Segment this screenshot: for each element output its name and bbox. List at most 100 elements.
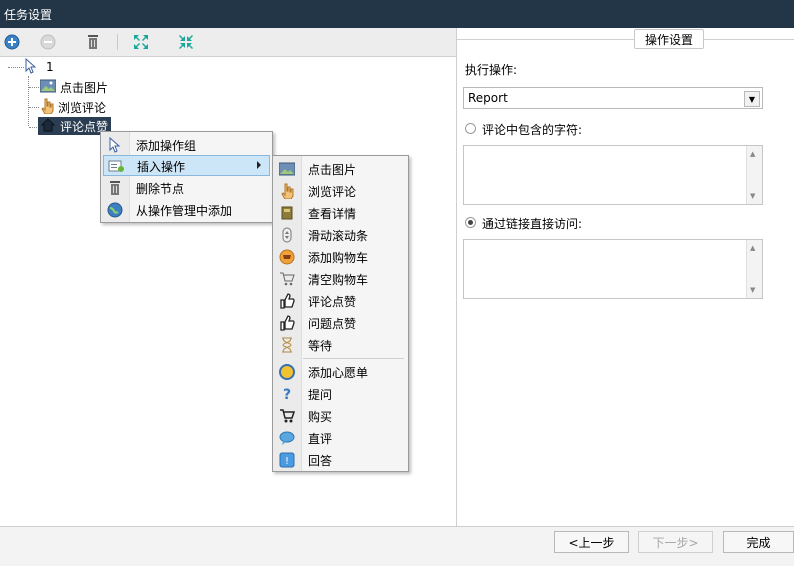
window-title: 任务设置 [4, 8, 53, 22]
scroll-up-icon[interactable]: ▲ [750, 244, 755, 252]
cart-add-icon [279, 249, 295, 265]
scroll-icon [279, 227, 295, 243]
tree-node-label: 1 [46, 60, 54, 74]
scroll-down-icon[interactable]: ▼ [750, 192, 755, 200]
menu-item-label: 从操作管理中添加 [136, 204, 233, 218]
submenu-item-clear-cart[interactable]: 清空购物车 [275, 268, 406, 289]
tree-node-label: 浏览评论 [58, 100, 107, 115]
submenu-item-browse-comments[interactable]: 浏览评论 [275, 180, 406, 201]
submenu-item-add-cart[interactable]: 添加购物车 [275, 246, 406, 267]
submenu-item-buy[interactable]: 购买 [275, 405, 406, 426]
menu-item-delete-node[interactable]: 删除节点 [103, 177, 270, 198]
menu-item-label: 查看详情 [308, 207, 357, 221]
option-link-label: 通过链接直接访问: [482, 217, 583, 231]
submenu-item-answer[interactable]: ! 回答 [275, 449, 406, 470]
submenu-arrow-icon [257, 161, 261, 169]
radio-contains[interactable] [465, 123, 476, 134]
remove-disabled-icon[interactable] [38, 32, 58, 52]
toolbar-separator [117, 34, 118, 50]
submenu-item-wait[interactable]: 等待 [275, 334, 406, 355]
expand-icon[interactable] [131, 32, 151, 52]
svg-text:?: ? [283, 387, 291, 402]
scroll-up-icon[interactable]: ▲ [750, 150, 755, 158]
tree-node-root[interactable]: 1 [24, 57, 54, 77]
book-icon [279, 205, 295, 221]
hand-icon [40, 98, 54, 117]
menu-item-add-from-manager[interactable]: 从操作管理中添加 [103, 199, 270, 220]
menu-item-label: 回答 [308, 454, 333, 468]
submenu-item-like-comment[interactable]: 评论点赞 [275, 290, 406, 311]
menu-item-label: 直评 [308, 432, 333, 446]
submenu-item-view-details[interactable]: 查看详情 [275, 202, 406, 223]
trash-icon [107, 180, 123, 196]
submenu-separator [303, 358, 404, 359]
hand-icon [279, 183, 295, 199]
menu-item-label: 添加心愿单 [308, 366, 369, 380]
menu-item-label: 提问 [308, 388, 333, 402]
action-select-value: Report [468, 91, 508, 105]
context-menu: 添加操作组 插入操作 删除节点 从操作管理中添加 [100, 131, 273, 223]
insert-icon [108, 158, 124, 174]
globe-icon [107, 202, 123, 218]
tree-toolbar [0, 28, 456, 57]
tree-line [29, 107, 39, 108]
menu-item-label: 添加操作组 [136, 139, 197, 153]
tree-node-label: 点击图片 [60, 80, 109, 95]
hourglass-icon [279, 337, 295, 353]
menu-item-label: 问题点赞 [308, 317, 357, 331]
tree-node-click-image[interactable]: 点击图片 [39, 78, 109, 96]
chat-icon [279, 430, 295, 446]
menu-item-label: 等待 [308, 339, 333, 353]
chevron-down-icon[interactable]: ▼ [744, 91, 760, 107]
radio-link[interactable] [465, 217, 476, 228]
submenu-item-click-image[interactable]: 点击图片 [275, 158, 406, 179]
thumbs-up-icon [279, 292, 295, 309]
textarea-scrollbar[interactable]: ▲ ▼ [746, 240, 762, 298]
menu-item-insert-action[interactable]: 插入操作 [103, 155, 270, 176]
menu-item-label: 滑动滚动条 [308, 229, 369, 243]
cart-icon [279, 271, 295, 287]
footer-bar: <上一步 下一步> 完成 [0, 526, 794, 566]
submenu-item-add-wishlist[interactable]: 添加心愿单 [275, 361, 406, 382]
menu-item-label: 浏览评论 [308, 185, 357, 199]
settings-group-border [457, 39, 794, 40]
finish-button[interactable]: 完成 [723, 531, 794, 553]
prev-button[interactable]: <上一步 [554, 531, 629, 553]
collapse-icon[interactable] [176, 32, 196, 52]
thumbs-up-icon [279, 314, 295, 331]
question-icon: ? [279, 386, 295, 402]
insert-submenu: 点击图片 浏览评论 查看详情 滑动滚动条 添加购物车 清空购物车 评论点赞 问题… [272, 155, 409, 472]
answer-icon: ! [279, 452, 295, 468]
menu-item-label: 购买 [308, 410, 333, 424]
next-button[interactable]: 下一步> [638, 531, 713, 553]
textarea-scrollbar[interactable]: ▲ ▼ [746, 146, 762, 204]
cursor-icon [107, 136, 123, 153]
menu-item-label: 点击图片 [308, 163, 357, 177]
add-icon[interactable] [2, 32, 22, 52]
action-label: 执行操作: [465, 63, 518, 77]
contains-textarea[interactable]: ▲ ▼ [463, 145, 763, 205]
wishlist-icon [279, 363, 295, 380]
menu-item-label: 删除节点 [136, 182, 185, 196]
cursor-icon [24, 57, 38, 77]
trash-icon[interactable] [83, 32, 103, 52]
link-textarea[interactable]: ▲ ▼ [463, 239, 763, 299]
menu-item-label: 添加购物车 [308, 251, 369, 265]
menu-item-label: 插入操作 [137, 160, 186, 174]
scroll-down-icon[interactable]: ▼ [750, 286, 755, 294]
tree-line [29, 87, 39, 88]
image-icon [279, 161, 295, 177]
tree-line [8, 67, 24, 68]
title-bar: 任务设置 [0, 0, 794, 28]
submenu-item-like-question[interactable]: 问题点赞 [275, 312, 406, 333]
house-icon [40, 117, 56, 135]
image-icon [39, 79, 57, 96]
submenu-item-direct-review[interactable]: 直评 [275, 427, 406, 448]
tree-line [28, 76, 29, 126]
submenu-item-ask[interactable]: ? 提问 [275, 383, 406, 404]
action-select[interactable]: Report ▼ [463, 87, 763, 109]
menu-item-label: 清空购物车 [308, 273, 369, 287]
menu-item-add-group[interactable]: 添加操作组 [103, 134, 270, 155]
submenu-item-scroll[interactable]: 滑动滚动条 [275, 224, 406, 245]
tree-node-browse-comments[interactable]: 浏览评论 [40, 98, 106, 116]
